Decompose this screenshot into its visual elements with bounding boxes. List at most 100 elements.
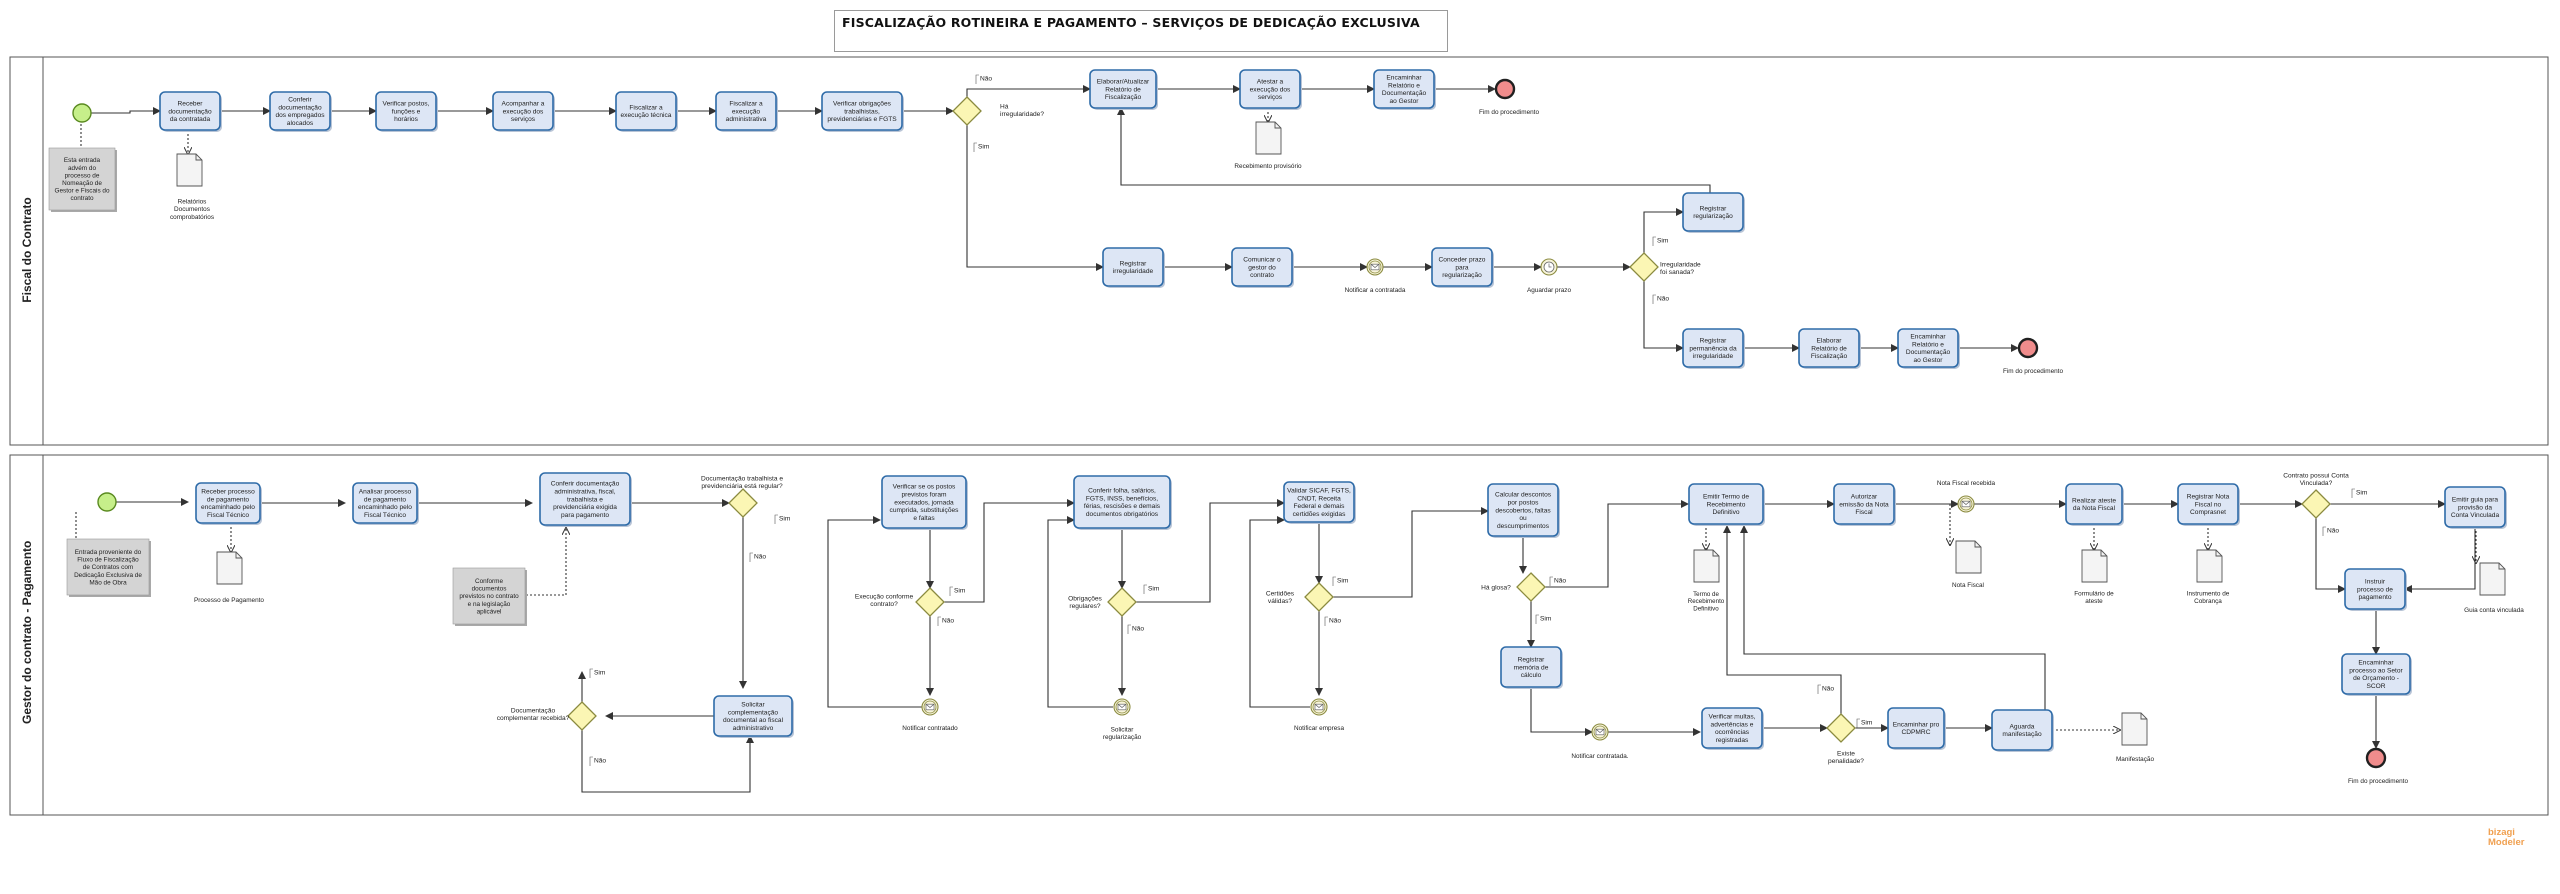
document-icon: [216, 551, 243, 585]
document-icon: [2081, 549, 2108, 583]
document-icon: [1693, 549, 1720, 583]
flow-label-sim: Sim: [954, 587, 966, 594]
task-fiscal-4[interactable]: Acompanhar a execução dos serviços: [492, 91, 555, 132]
flow-label-sim-1: Sim: [978, 143, 990, 150]
task-gestor-15[interactable]: Realizar ateste da Nota Fiscal: [2065, 483, 2124, 526]
flow-label-sim: Sim: [1148, 585, 1160, 592]
event-gestor-1[interactable]: [921, 698, 939, 716]
task-gestor-13[interactable]: Aguarda manifestação: [1991, 709, 2054, 752]
task-gestor-3[interactable]: Conferir documentação administrativa, fis…: [539, 472, 632, 527]
task-gestor-15-label: Realizar ateste da Nota Fiscal: [2072, 497, 2116, 512]
event-label-notificar-contratada: Notificar contratada.: [1571, 753, 1628, 760]
event-gestor-5[interactable]: [1957, 495, 1975, 513]
doc-gestor-6[interactable]: [2479, 562, 2506, 596]
task-fiscal-14[interactable]: Registrar regularização: [1682, 192, 1745, 233]
task-gestor-16[interactable]: Registrar Nota Fiscal no Comprasnet: [2177, 483, 2240, 526]
task-gestor-7[interactable]: Validar SICAF, FGTS, CNDT, Receita Federal…: [1283, 481, 1356, 524]
flow-label-nao: Não: [1554, 577, 1566, 584]
doc-gestor-1[interactable]: [216, 551, 243, 585]
flow-label-nao-2: Não: [1657, 295, 1669, 302]
end-event-fiscal-1[interactable]: [1494, 78, 1516, 100]
task-gestor-17[interactable]: Emitir guia para provisão da Conta Vincula…: [2444, 486, 2507, 529]
doc-gestor-3[interactable]: [1955, 540, 1982, 574]
doc-gestor-2[interactable]: [1693, 549, 1720, 583]
event-gestor-4[interactable]: [1591, 723, 1609, 741]
flow-label-sim: Sim: [1337, 577, 1349, 584]
task-fiscal-13[interactable]: Conceder prazo para regularização: [1431, 247, 1494, 288]
end-event-fiscal-2[interactable]: [2017, 337, 2039, 359]
doc-label-guia: Guia conta vinculada: [2464, 607, 2524, 614]
doc-gestor-7[interactable]: [2121, 712, 2148, 746]
event-label-aguardar-prazo: Aguardar prazo: [1527, 287, 1571, 294]
bizagi-logo: bizagi Modeler: [2488, 828, 2524, 848]
event-gestor-2[interactable]: [1113, 698, 1131, 716]
doc-gestor-4[interactable]: [2081, 549, 2108, 583]
end-label-fiscal-1: Fim do procedimento: [1479, 109, 1539, 116]
task-fiscal-3[interactable]: Verificar postos, funções e horários: [375, 91, 438, 132]
task-gestor-14[interactable]: Autorizar emissão da Nota Fiscal: [1833, 483, 1896, 526]
flow-label-sim: Sim: [594, 669, 606, 676]
task-fiscal-2[interactable]: Conferir documentação dos empregados alocad…: [269, 91, 332, 132]
flow-label-nao: Não: [2327, 527, 2339, 534]
task-gestor-11[interactable]: Verificar multas, advertências e ocorrênci…: [1701, 707, 1764, 750]
task-gestor-8-label: Calcular descontos por postos descobertos,…: [1495, 492, 1552, 530]
gateway-label-certidoes: Certidões válidas?: [1266, 590, 1295, 605]
end-label-fiscal-2: Fim do procedimento: [2003, 368, 2063, 375]
doc-label-manifestacao: Manifestação: [2116, 756, 2154, 763]
flow-label-sim-2: Sim: [1657, 237, 1669, 244]
event-notificar-contratada[interactable]: [1366, 258, 1384, 276]
task-gestor-7-label: Validar SICAF, FGTS, CNDT, Receita Federal…: [1287, 488, 1351, 518]
task-gestor-12[interactable]: Encaminhar pro CDPMRC: [1887, 707, 1946, 750]
task-gestor-18[interactable]: Instruir processo de pagamento: [2344, 568, 2407, 611]
gateway-label-documentacao-regular: Documentação trabalhista e previdenciária…: [701, 475, 783, 490]
task-fiscal-8[interactable]: Elaborar/Atualizar Relatório de Fiscalizaç…: [1089, 69, 1158, 110]
doc-recebimento-provisorio[interactable]: [1255, 121, 1282, 155]
task-fiscal-16[interactable]: Elaborar Relatório de Fiscalização: [1798, 328, 1861, 369]
task-fiscal-12[interactable]: Comunicar o gestor do contrato: [1231, 247, 1294, 288]
flow-label-sim: Sim: [1861, 719, 1873, 726]
task-fiscal-9[interactable]: Atestar a execução dos serviços: [1239, 69, 1302, 110]
doc-gestor-5[interactable]: [2196, 549, 2223, 583]
flow-label-nao: Não: [1329, 617, 1341, 624]
task-gestor-4[interactable]: Solicitar complementação documental ao fis…: [713, 695, 794, 738]
task-gestor-9[interactable]: Registrar memória de cálculo: [1500, 646, 1563, 689]
task-fiscal-10[interactable]: Encaminhar Relatório e Documentação ao Gest…: [1373, 69, 1436, 110]
event-gestor-3[interactable]: [1310, 698, 1328, 716]
task-fiscal-17[interactable]: Encaminhar Relatório e Documentação ao Gest…: [1897, 328, 1960, 369]
task-fiscal-15[interactable]: Registrar permanência da irregularidade: [1682, 328, 1745, 369]
start-event-fiscal[interactable]: [72, 103, 92, 123]
end-event-gestor[interactable]: [2365, 747, 2387, 769]
task-fiscal-7[interactable]: Verificar obrigações trabalhistas, previde…: [821, 91, 904, 132]
document-icon: [176, 153, 203, 187]
task-gestor-8[interactable]: Calcular descontos por postos descobertos,…: [1487, 483, 1560, 538]
document-icon: [2196, 549, 2223, 583]
lane-label-fiscal: Fiscal do Contrato: [20, 197, 34, 303]
task-gestor-6[interactable]: Conferir folha, salários, FGTS, INSS, ben…: [1073, 475, 1172, 530]
end-label-gestor: Fim do procedimento: [2348, 778, 2408, 785]
flow-label-nao: Não: [1822, 685, 1834, 692]
task-gestor-5[interactable]: Verificar se os postos previstos foram exe…: [881, 475, 968, 530]
event-label-notificar-contratado: Notificar contratado: [902, 725, 958, 732]
flow-label-sim: Sim: [2356, 489, 2368, 496]
task-gestor-19[interactable]: Encaminhar processo ao Setor de Orçamento …: [2341, 653, 2412, 696]
start-event-gestor[interactable]: [97, 492, 117, 512]
task-fiscal-11[interactable]: Registrar irregularidade: [1102, 247, 1165, 288]
watermark-line2: Modeler: [2488, 837, 2525, 848]
task-fiscal-1[interactable]: Receber documentação da contratada: [159, 91, 222, 132]
flow-label-nao: Não: [942, 617, 954, 624]
document-icon: [2121, 712, 2148, 746]
annotation-documentos: Conforme documentos previstos no contrato e…: [452, 567, 527, 626]
task-fiscal-5[interactable]: Fiscalizar a execução técnica: [615, 91, 678, 132]
doc-relatorios[interactable]: [176, 153, 203, 187]
task-gestor-2[interactable]: Analisar processo de pagamento encaminhado…: [352, 482, 419, 525]
task-gestor-1[interactable]: Receber processo de pagamento encaminhado …: [195, 482, 262, 525]
event-aguardar-prazo[interactable]: [1540, 258, 1558, 276]
event-label-nota-recebida: Nota Fiscal recebida: [1937, 480, 1996, 487]
gateway-label-obrigacoes: Obrigações regulares?: [1068, 595, 1102, 610]
annotation-entrada-fiscal: Esta entrada advém do processo de Nomeação …: [48, 147, 117, 212]
flow-label-sim: Sim: [779, 515, 791, 522]
flow-label-sim: Sim: [1540, 615, 1552, 622]
task-gestor-10[interactable]: Emitir Termo de Recebimento Definitivo: [1688, 483, 1765, 526]
task-fiscal-6[interactable]: Fiscalizar a execução administrativa: [715, 91, 778, 132]
document-icon: [1255, 121, 1282, 155]
